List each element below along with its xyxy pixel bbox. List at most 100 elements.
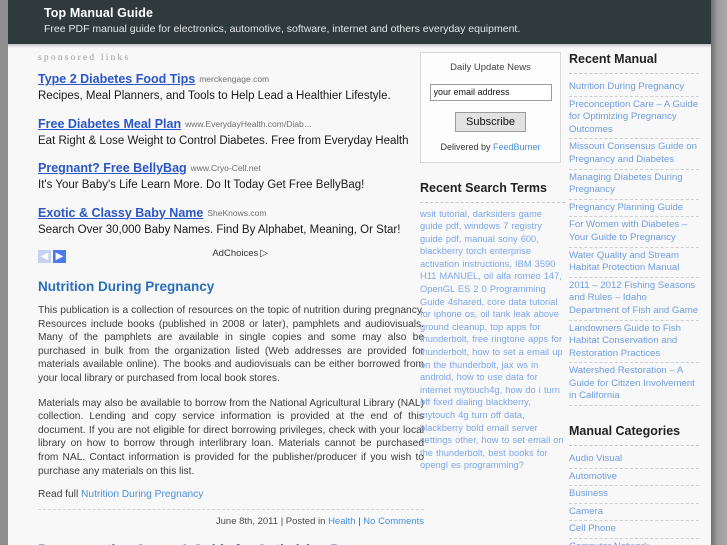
list-item[interactable]: For Women with Diabetes – Your Guide to … xyxy=(569,217,699,248)
recent-manual-list: Nutrition During Pregnancy Preconception… xyxy=(569,79,699,407)
post-article: Nutrition During Pregnancy This publicat… xyxy=(38,278,424,527)
adchoices-triangle-icon: ▷ xyxy=(260,248,268,259)
list-item[interactable]: Watershed Restoration – A Guide for Citi… xyxy=(569,363,699,407)
recent-manual-link[interactable]: Landowners Guide to Fish Habitat Conserv… xyxy=(569,323,699,361)
manual-categories-widget: Manual Categories Audio Visual Automotiv… xyxy=(569,424,699,545)
list-item[interactable]: Nutrition During Pregnancy xyxy=(569,79,699,97)
list-item[interactable]: Camera xyxy=(569,504,699,522)
ad-title-link[interactable]: Pregnant? Free BellyBag xyxy=(38,161,187,175)
recent-manual-title: Recent Manual xyxy=(569,52,658,66)
page-root: Top Manual Guide Free PDF manual guide f… xyxy=(0,0,727,545)
ad-title-link[interactable]: Type 2 Diabetes Food Tips xyxy=(38,72,195,86)
ad-unit: Type 2 Diabetes Food Tips merckengage.com… xyxy=(38,70,424,104)
recent-manual-link[interactable]: Managing Diabetes During Pregnancy xyxy=(569,172,699,197)
ad-display-url: www.EverydayHealth.com/Diab… xyxy=(185,118,313,129)
newsletter-widget: Daily Update News Subscribe Delivered by… xyxy=(420,52,561,163)
delivered-prefix: Delivered by xyxy=(440,141,493,152)
widget-rule xyxy=(569,445,699,447)
post-divider xyxy=(38,509,424,511)
recent-search-terms-widget: Recent Search Terms wsit tutorial, darks… xyxy=(420,181,565,472)
list-item[interactable]: Missouri Consensus Guide on Pregnancy an… xyxy=(569,139,699,170)
ad-description: Eat Right & Lose Weight to Control Diabe… xyxy=(38,134,409,147)
list-item[interactable]: Landowners Guide to Fish Habitat Conserv… xyxy=(569,321,699,364)
ad-unit: Free Diabetes Meal Plan www.EverydayHealt… xyxy=(38,115,424,149)
category-link[interactable]: Audio Visual xyxy=(569,453,699,466)
adchoices-label: AdChoices xyxy=(212,248,259,259)
sponsored-links-label: sponsored links xyxy=(38,53,131,63)
ad-description: Search Over 30,000 Baby Names. Find By A… xyxy=(38,223,401,236)
post-paragraph: This publication is a collection of reso… xyxy=(38,305,424,384)
category-link[interactable]: Automotive xyxy=(569,471,699,484)
middle-column: Daily Update News Subscribe Delivered by… xyxy=(420,48,565,472)
read-full-link[interactable]: Nutrition During Pregnancy xyxy=(81,489,203,500)
newsletter-title: Daily Update News xyxy=(450,62,531,73)
recent-manual-link[interactable]: Nutrition During Pregnancy xyxy=(569,81,699,94)
category-link[interactable]: Cell Phone xyxy=(569,523,699,536)
post-date: June 8th, 2011 xyxy=(215,516,279,528)
newsletter-email-input[interactable] xyxy=(429,83,552,101)
post-article: Preconception Care – A Guide for Optimiz… xyxy=(38,541,424,545)
recent-search-terms-title: Recent Search Terms xyxy=(420,180,547,195)
category-link[interactable]: Camera xyxy=(569,506,699,519)
ad-next-arrow-icon[interactable]: ▶ xyxy=(53,250,66,264)
ad-description: Recipes, Meal Planners, and Tools to Hel… xyxy=(38,90,391,102)
manual-categories-list: Audio Visual Automotive Business Camera … xyxy=(569,451,699,545)
ad-display-url: SheKnows.com xyxy=(207,207,267,218)
posted-in-label: Posted in xyxy=(285,516,326,528)
feedburner-link[interactable]: FeedBurner xyxy=(493,142,541,152)
recent-manual-link[interactable]: Preconception Care – A Guide for Optimiz… xyxy=(569,99,699,137)
recent-manual-link[interactable]: Watershed Restoration – A Guide for Citi… xyxy=(569,365,699,403)
ad-prev-arrow-icon[interactable]: ◀ xyxy=(38,250,51,264)
list-item[interactable]: Audio Visual xyxy=(569,451,699,469)
ad-display-url: merckengage.com xyxy=(199,74,270,84)
recent-manual-link[interactable]: For Women with Diabetes – Your Guide to … xyxy=(569,219,699,244)
recent-manual-link[interactable]: 2011 – 2012 Fishing Seasons and Rules – … xyxy=(569,280,699,318)
list-item[interactable]: Computer Network xyxy=(569,539,699,545)
site-tagline: Free PDF manual guide for electronics, a… xyxy=(44,23,521,35)
ad-title-link[interactable]: Exotic & Classy Baby Name xyxy=(38,206,203,220)
list-item[interactable]: Business xyxy=(569,486,699,504)
list-item[interactable]: Pregnancy Planning Guide xyxy=(569,200,699,218)
category-link[interactable]: Computer Network xyxy=(569,541,699,545)
post-title-link[interactable]: Preconception Care – A Guide for Optimiz… xyxy=(38,541,424,545)
read-full-prefix: Read full xyxy=(38,489,82,501)
ad-display-url: www.Cryo-Cell.net xyxy=(190,163,261,173)
page-gutter-left xyxy=(0,0,8,545)
post-meta: June 8th, 2011 | Posted in Health | No C… xyxy=(38,516,424,527)
site-title[interactable]: Top Manual Guide xyxy=(44,6,711,20)
ad-navigation: ◀ ▶ AdChoices ▷ xyxy=(38,248,424,264)
search-terms-text[interactable]: wsit tutorial, darksiders game guide pdf… xyxy=(420,209,564,471)
search-terms-cloud[interactable]: wsit tutorial, darksiders game guide pdf… xyxy=(420,208,565,472)
recent-manual-link[interactable]: Missouri Consensus Guide on Pregnancy an… xyxy=(569,141,699,166)
right-sidebar: Recent Manual Nutrition During Pregnancy… xyxy=(569,48,699,545)
newsletter-delivered-by: Delivered by FeedBurner xyxy=(429,142,552,152)
post-paragraph: Materials may also be available to borro… xyxy=(38,397,424,477)
manual-categories-title: Manual Categories xyxy=(569,424,681,439)
post-title-link[interactable]: Nutrition During Pregnancy xyxy=(38,278,424,295)
list-item[interactable]: Managing Diabetes During Pregnancy xyxy=(569,170,699,200)
widget-rule xyxy=(569,73,699,74)
post-category-link[interactable]: Health xyxy=(328,516,355,527)
ad-unit: Pregnant? Free BellyBag www.Cryo-Cell.net… xyxy=(38,159,424,193)
ad-description: It's Your Baby's Life Learn More. Do It … xyxy=(38,179,365,191)
recent-manual-widget: Recent Manual Nutrition During Pregnancy… xyxy=(569,52,699,407)
category-link[interactable]: Business xyxy=(569,488,699,501)
list-item[interactable]: Automotive xyxy=(569,469,699,487)
post-comments-link[interactable]: No Comments xyxy=(363,516,424,527)
list-item[interactable]: Water Quality and Stream Habitat Protect… xyxy=(569,248,699,278)
adchoices-link[interactable]: AdChoices ▷ xyxy=(212,248,268,259)
content-area: sponsored links Type 2 Diabetes Food Tip… xyxy=(8,48,711,545)
post-read-full: Read full Nutrition During Pregnancy xyxy=(38,489,424,500)
recent-manual-link[interactable]: Water Quality and Stream Habitat Protect… xyxy=(569,250,699,275)
widget-rule xyxy=(420,201,565,203)
page-body: Top Manual Guide Free PDF manual guide f… xyxy=(8,0,711,545)
site-header: Top Manual Guide Free PDF manual guide f… xyxy=(8,0,711,44)
list-item[interactable]: Preconception Care – A Guide for Optimiz… xyxy=(569,97,699,140)
list-item[interactable]: 2011 – 2012 Fishing Seasons and Rules – … xyxy=(569,278,699,321)
newsletter-subscribe-button[interactable]: Subscribe xyxy=(455,111,526,132)
ad-unit: Exotic & Classy Baby Name SheKnows.com Se… xyxy=(38,204,424,238)
page-gutter-right xyxy=(711,0,727,545)
ad-title-link[interactable]: Free Diabetes Meal Plan xyxy=(38,117,181,131)
list-item[interactable]: Cell Phone xyxy=(569,521,699,540)
recent-manual-link[interactable]: Pregnancy Planning Guide xyxy=(569,202,699,215)
